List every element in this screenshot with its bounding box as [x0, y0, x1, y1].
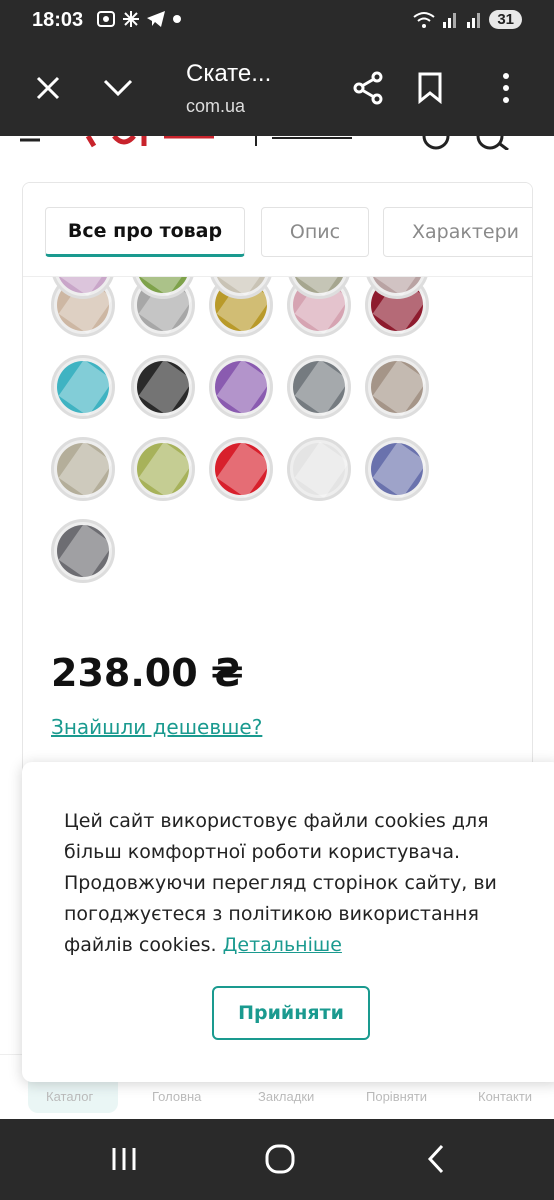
- chevron-down-icon: [103, 79, 133, 97]
- product-tabs: Все про товар Опис Характери: [23, 183, 532, 277]
- color-swatch[interactable]: [51, 355, 115, 419]
- more-menu-button[interactable]: [484, 66, 528, 110]
- tab-all-about-product[interactable]: Все про товар: [45, 207, 245, 257]
- color-swatch[interactable]: [209, 355, 273, 419]
- menu-icon[interactable]: [18, 136, 42, 146]
- nav-contacts[interactable]: Контакти: [478, 1089, 532, 1104]
- color-swatch[interactable]: [209, 437, 273, 501]
- page-url[interactable]: com.ua: [186, 96, 245, 117]
- close-icon: [36, 76, 60, 100]
- share-button[interactable]: [346, 66, 390, 110]
- cookie-details-link[interactable]: Детальніше: [223, 934, 342, 956]
- bookmark-icon: [418, 72, 442, 104]
- product-price: 238.00 ₴: [51, 651, 244, 695]
- home-button[interactable]: [258, 1141, 302, 1177]
- page-title[interactable]: Скате...: [186, 60, 271, 88]
- notification-icons: [96, 10, 182, 28]
- share-icon: [353, 71, 383, 105]
- signal-2-icon: [467, 12, 481, 28]
- cookie-banner: Цей сайт використовує файли cookies для …: [22, 762, 554, 1082]
- telegram-icon: [147, 11, 165, 27]
- battery-indicator: 31: [489, 10, 522, 29]
- bookmark-button[interactable]: [408, 66, 452, 110]
- system-nav-bar: [0, 1119, 554, 1200]
- close-tab-button[interactable]: [26, 66, 70, 110]
- color-swatch[interactable]: [365, 437, 429, 501]
- logo-partial[interactable]: [84, 136, 224, 148]
- signal-icon: [443, 12, 457, 28]
- more-vertical-icon: [503, 73, 509, 103]
- recent-apps-icon: [112, 1148, 136, 1170]
- status-bar: 18:03 31: [0, 0, 554, 44]
- color-swatch[interactable]: [131, 437, 195, 501]
- accept-cookies-button[interactable]: Прийняти: [212, 986, 370, 1040]
- search-icon[interactable]: [474, 136, 514, 150]
- back-icon: [427, 1144, 444, 1174]
- recent-apps-button[interactable]: [102, 1141, 146, 1177]
- home-icon: [265, 1144, 295, 1174]
- nav-home[interactable]: Головна: [152, 1089, 201, 1104]
- dot-icon: [173, 15, 181, 23]
- status-time: 18:03: [32, 9, 84, 31]
- color-swatch[interactable]: [365, 355, 429, 419]
- site-header: [0, 136, 554, 176]
- cart-icon[interactable]: [252, 136, 372, 148]
- back-button[interactable]: [414, 1141, 458, 1177]
- screenshot-icon: [97, 11, 115, 27]
- cookie-message: Цей сайт використовує файли cookies для …: [64, 806, 504, 961]
- found-cheaper-link[interactable]: Знайшли дешевше?: [51, 715, 262, 739]
- nav-bookmarks[interactable]: Закладки: [258, 1089, 314, 1104]
- tab-description[interactable]: Опис: [261, 207, 369, 257]
- nav-catalog[interactable]: Каталог: [46, 1089, 93, 1104]
- phone-icon[interactable]: [418, 136, 454, 150]
- collapse-button[interactable]: [96, 66, 140, 110]
- tab-characteristics[interactable]: Характери: [383, 207, 532, 257]
- wifi-icon: [413, 11, 435, 28]
- color-swatch[interactable]: [287, 355, 351, 419]
- color-swatch[interactable]: [51, 519, 115, 583]
- pinwheel-icon: [123, 11, 139, 27]
- color-swatch[interactable]: [131, 355, 195, 419]
- nav-compare[interactable]: Порівняти: [366, 1089, 427, 1104]
- color-swatch[interactable]: [287, 437, 351, 501]
- browser-toolbar: Скате... com.ua: [0, 44, 554, 136]
- color-swatch[interactable]: [51, 437, 115, 501]
